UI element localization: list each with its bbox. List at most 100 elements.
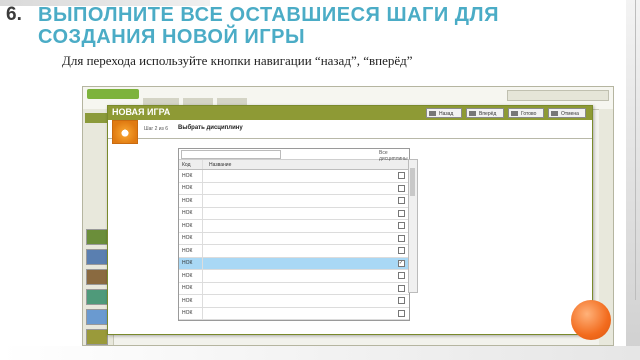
- scrollbar-thumb[interactable]: [410, 168, 415, 196]
- cancel-button[interactable]: Отмена: [548, 108, 586, 118]
- table-row[interactable]: НОК: [179, 245, 409, 258]
- table-row[interactable]: НОК: [179, 195, 409, 208]
- row-checkbox[interactable]: [397, 297, 405, 305]
- row-name: [203, 233, 393, 245]
- row-name: [203, 195, 393, 207]
- column-name[interactable]: Название: [203, 160, 393, 169]
- app-screenshot: НОВАЯ ИГРА Назад Вперёд Готово Отмена Ша…: [82, 86, 614, 346]
- check-icon: [511, 111, 518, 116]
- row-name: [203, 283, 393, 295]
- app-logo: [87, 89, 139, 99]
- row-checkbox[interactable]: [397, 247, 405, 255]
- fox-mascot-icon: [112, 120, 138, 144]
- finish-button[interactable]: Готово: [508, 108, 544, 118]
- decorative-orange-circle: [571, 300, 611, 340]
- table-row[interactable]: НОК: [179, 170, 409, 183]
- dialog-header: НОВАЯ ИГРА Назад Вперёд Готово Отмена: [108, 106, 592, 120]
- row-check-cell: [393, 233, 409, 245]
- row-check-cell: [393, 283, 409, 295]
- next-button-label: Вперёд: [479, 111, 497, 117]
- row-checkbox[interactable]: [397, 309, 405, 317]
- table-row[interactable]: НОК: [179, 220, 409, 233]
- table-row[interactable]: НОК ✓: [179, 257, 409, 270]
- cancel-button-label: Отмена: [561, 111, 579, 117]
- arrow-left-icon: [429, 111, 436, 116]
- row-check-cell: [393, 308, 409, 320]
- table-body: НОК НОК НОК НОК НОК НОК НОК НОК ✓ НОК НОК НОК НОК: [179, 170, 409, 320]
- row-checkbox[interactable]: [397, 184, 405, 192]
- table-search-bar: Все дисциплины: [179, 149, 409, 162]
- back-button-label: Назад: [439, 111, 454, 117]
- row-checkbox[interactable]: [397, 272, 405, 280]
- step-title: Выбрать дисциплину: [178, 125, 243, 131]
- row-code: НОК: [179, 232, 203, 244]
- table-row[interactable]: НОК: [179, 207, 409, 220]
- row-name: [203, 308, 393, 320]
- arrow-right-icon: [469, 111, 476, 116]
- row-check-cell: [393, 245, 409, 257]
- sidebar-thumbnail[interactable]: [86, 269, 108, 285]
- table-row[interactable]: НОК: [179, 182, 409, 195]
- row-code: НОК: [179, 245, 203, 257]
- new-game-dialog: НОВАЯ ИГРА Назад Вперёд Готово Отмена Ша…: [107, 105, 593, 335]
- row-check-cell: [393, 295, 409, 307]
- row-code: НОК: [179, 170, 203, 182]
- sidebar-thumbnail[interactable]: [86, 249, 108, 265]
- row-code: НОК: [179, 207, 203, 219]
- sidebar-thumbnail[interactable]: [86, 229, 108, 245]
- back-button[interactable]: Назад: [426, 108, 462, 118]
- row-code: НОК: [179, 220, 203, 232]
- table-row[interactable]: НОК: [179, 270, 409, 283]
- row-code: НОК: [179, 295, 203, 307]
- finish-button-label: Готово: [521, 111, 537, 117]
- row-name: [203, 183, 393, 195]
- row-check-cell: [393, 183, 409, 195]
- row-check-cell: [393, 170, 409, 182]
- close-icon: [551, 111, 558, 116]
- discipline-table: Все дисциплины Код Название НОК НОК НОК НОК…: [178, 148, 418, 321]
- row-code: НОК: [179, 307, 203, 319]
- row-checkbox[interactable]: [397, 197, 405, 205]
- column-code[interactable]: Код: [179, 160, 203, 169]
- row-check-cell: [393, 208, 409, 220]
- table-row[interactable]: НОК: [179, 282, 409, 295]
- row-checkbox[interactable]: [397, 222, 405, 230]
- row-check-cell: [393, 220, 409, 232]
- filter-dropdown[interactable]: Все дисциплины: [379, 150, 409, 162]
- table-row[interactable]: НОК: [179, 295, 409, 308]
- step-counter: Шаг 2 из 6: [144, 126, 169, 132]
- row-name: [203, 245, 393, 257]
- row-name: [203, 170, 393, 182]
- table-header: Код Название: [179, 160, 409, 170]
- sidebar-thumbnail[interactable]: [86, 329, 108, 345]
- row-checkbox[interactable]: [397, 209, 405, 217]
- slide-decoration-line: [635, 0, 636, 300]
- sidebar-thumbnail[interactable]: [86, 309, 108, 325]
- row-checkbox[interactable]: [397, 172, 405, 180]
- sidebar-thumbnail[interactable]: [86, 289, 108, 305]
- app-account-bar[interactable]: [507, 90, 609, 101]
- row-checkbox[interactable]: [397, 234, 405, 242]
- slide-number: 6.: [6, 4, 22, 25]
- row-name: [203, 295, 393, 307]
- search-input[interactable]: [181, 150, 281, 159]
- row-code: НОК: [179, 195, 203, 207]
- row-code: НОК: [179, 182, 203, 194]
- slide-title: Выполните все оставшиеся шаги для создан…: [38, 4, 499, 48]
- row-check-cell: [393, 195, 409, 207]
- table-scrollbar[interactable]: [408, 159, 418, 293]
- row-checkbox[interactable]: ✓: [397, 259, 405, 267]
- row-name: [203, 258, 393, 270]
- row-name: [203, 270, 393, 282]
- row-checkbox[interactable]: [397, 284, 405, 292]
- sidebar-header: [85, 113, 109, 123]
- row-code: НОК: [179, 282, 203, 294]
- table-row[interactable]: НОК: [179, 307, 409, 320]
- row-code: НОК: [179, 257, 203, 269]
- slide-subtitle: Для перехода используйте кнопки навигаци…: [62, 53, 413, 68]
- row-name: [203, 220, 393, 232]
- slide-decoration-right: [626, 0, 640, 360]
- table-row[interactable]: НОК: [179, 232, 409, 245]
- next-button[interactable]: Вперёд: [466, 108, 504, 118]
- row-check-cell: ✓: [393, 258, 409, 270]
